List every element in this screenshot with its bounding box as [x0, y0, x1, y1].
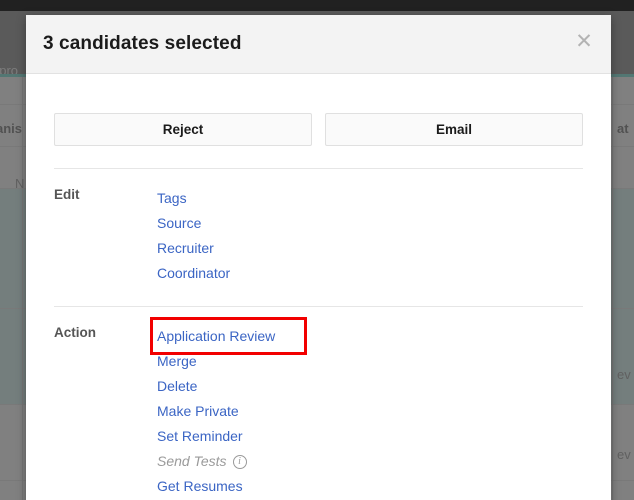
modal-body: Reject Email Edit Tags Source Recruiter …	[26, 74, 611, 500]
email-button[interactable]: Email	[325, 113, 583, 146]
section-label-edit: Edit	[54, 187, 80, 202]
action-link-make-private[interactable]: Make Private	[157, 399, 239, 424]
edit-link-tags[interactable]: Tags	[157, 186, 187, 211]
edit-link-source[interactable]: Source	[157, 211, 201, 236]
section-action: Action Application Review Merge Delete M…	[54, 307, 583, 499]
modal-header: 3 candidates selected ✕	[26, 15, 611, 74]
bulk-actions-modal: 3 candidates selected ✕ Reject Email Edi…	[26, 15, 611, 500]
info-icon[interactable]: i	[232, 454, 247, 469]
reject-button[interactable]: Reject	[54, 113, 312, 146]
action-link-merge[interactable]: Merge	[157, 349, 197, 374]
screen: ppro anis N at ev ev 3 candidates select…	[0, 0, 634, 500]
edit-link-coordinator[interactable]: Coordinator	[157, 261, 230, 286]
action-link-send-tests: Send Tests i	[157, 449, 247, 474]
action-link-delete[interactable]: Delete	[157, 374, 197, 399]
action-link-application-review[interactable]: Application Review	[157, 324, 275, 349]
section-links-action: Application Review Merge Delete Make Pri…	[150, 317, 583, 499]
action-link-set-reminder[interactable]: Set Reminder	[157, 424, 243, 449]
edit-link-recruiter[interactable]: Recruiter	[157, 236, 214, 261]
application-review-wrapper: Application Review	[150, 317, 308, 355]
section-edit: Edit Tags Source Recruiter Coordinator	[54, 169, 583, 286]
primary-action-row: Reject Email	[54, 74, 583, 146]
action-link-get-resumes[interactable]: Get Resumes	[157, 474, 243, 499]
section-label-action: Action	[54, 325, 96, 340]
section-links-edit: Tags Source Recruiter Coordinator	[157, 186, 583, 286]
send-tests-label: Send Tests	[157, 453, 227, 469]
page-title: 3 candidates selected	[43, 33, 242, 54]
close-icon[interactable]: ✕	[570, 28, 598, 56]
